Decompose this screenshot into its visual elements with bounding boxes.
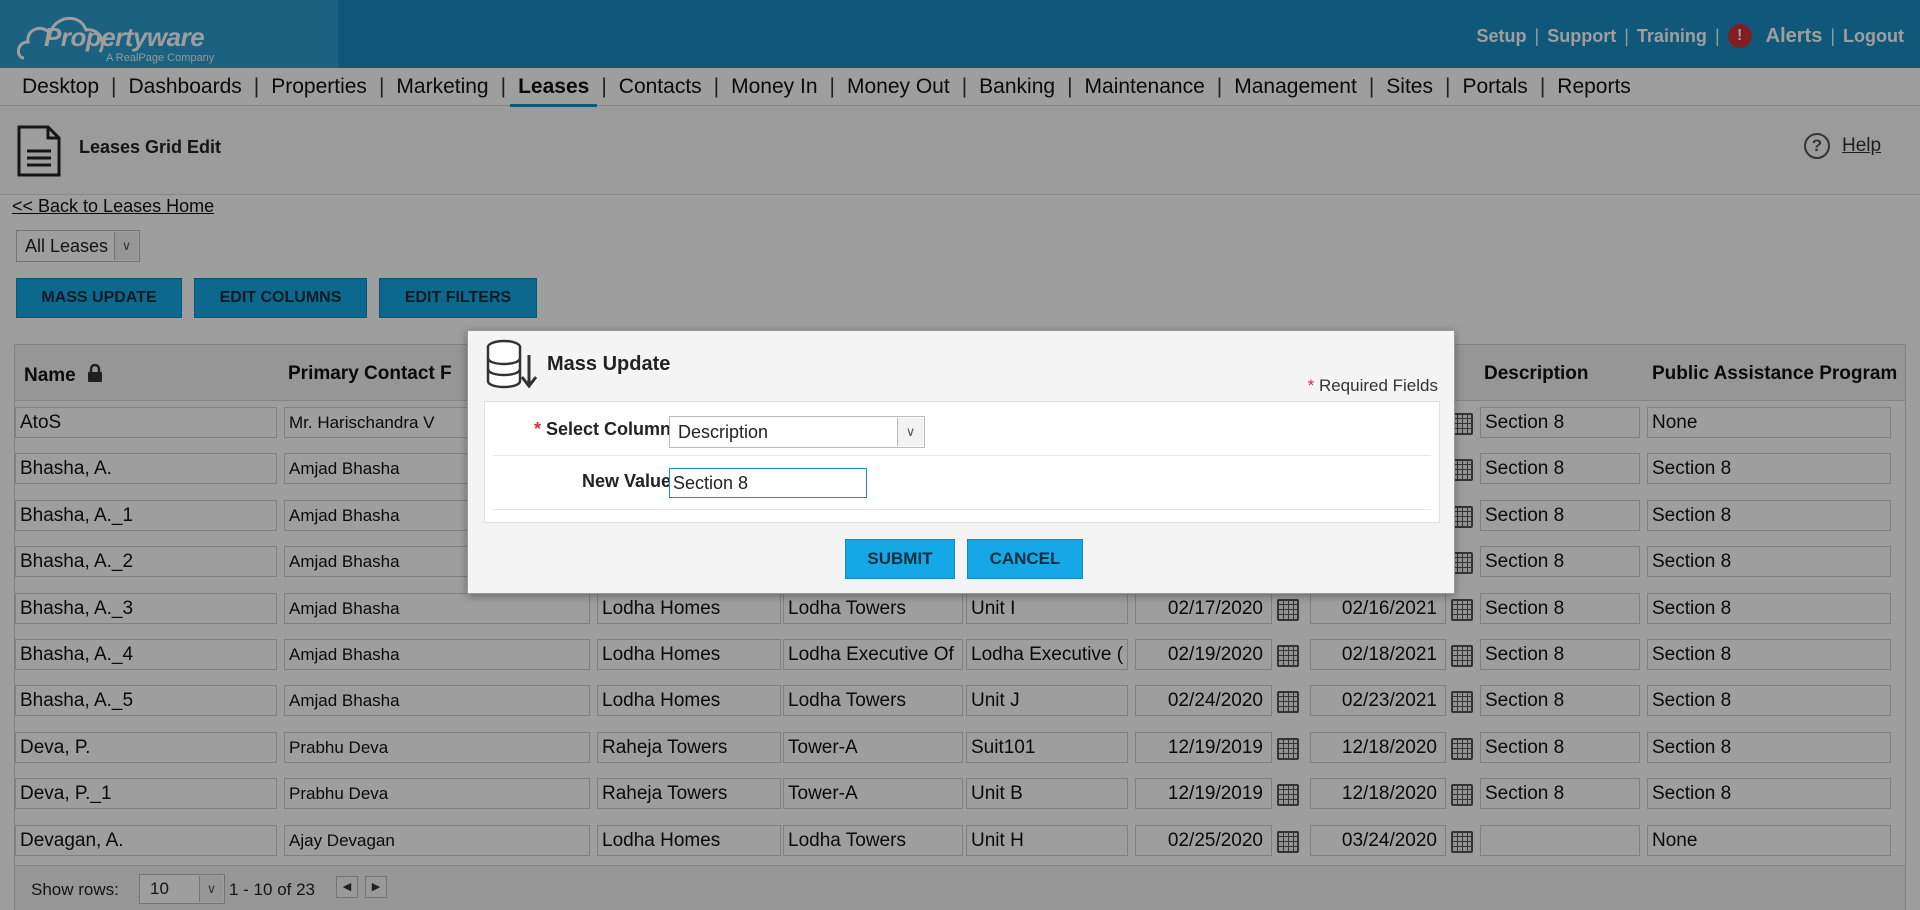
select-column-label-text: Select Column — [545, 419, 671, 439]
required-fields-note: * Required Fields — [1308, 376, 1438, 396]
select-column-label: * Select Column — [534, 419, 671, 440]
required-star: * — [1307, 376, 1315, 395]
mass-update-dialog: Mass Update * Required Fields * Select C… — [467, 330, 1455, 594]
chevron-down-icon[interactable]: ∨ — [897, 418, 923, 446]
required-star: * — [533, 419, 541, 439]
dialog-form: * Select Column Description ∨ New Value … — [484, 401, 1440, 523]
dialog-title: Mass Update — [547, 353, 671, 375]
select-column-value: Description — [678, 422, 769, 442]
select-column-dropdown[interactable]: Description ∨ — [669, 416, 925, 448]
new-value-input[interactable]: Section 8 — [669, 468, 867, 498]
cancel-button[interactable]: CANCEL — [967, 539, 1083, 579]
new-value-label: New Value — [581, 471, 671, 491]
database-download-icon — [486, 339, 538, 389]
new-value-row: New Value Section 8 — [493, 458, 1431, 510]
select-column-row: * Select Column Description ∨ — [493, 402, 1431, 456]
submit-button[interactable]: SUBMIT — [845, 539, 955, 579]
required-fields-label: Required Fields — [1318, 376, 1438, 395]
